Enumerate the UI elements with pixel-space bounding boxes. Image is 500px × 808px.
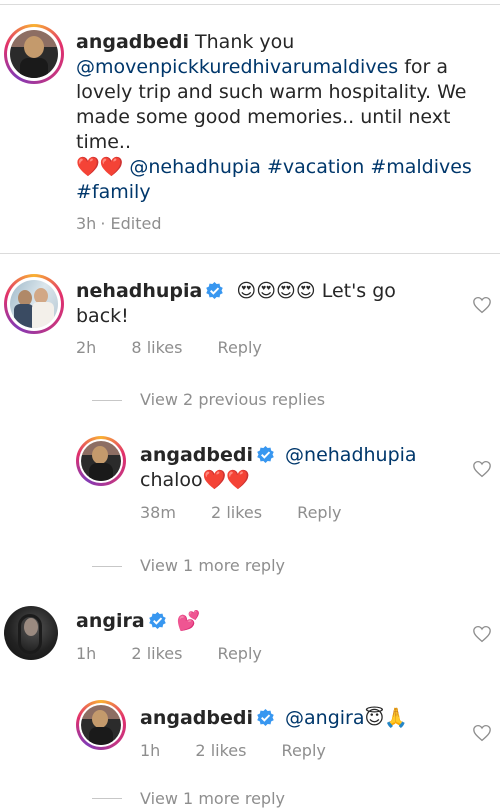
angira-meta: 1h 2 likes Reply bbox=[76, 644, 292, 663]
angira-reply-button[interactable]: Reply bbox=[218, 644, 262, 663]
view-more-replies[interactable]: View 1 more reply bbox=[140, 556, 285, 575]
like-heart-icon[interactable] bbox=[472, 724, 492, 742]
caption-time: 3h bbox=[76, 214, 97, 233]
verified-badge-icon bbox=[148, 611, 167, 630]
nehadhupia-avatar[interactable] bbox=[4, 274, 64, 334]
reply2-emoji: 😇🙏 bbox=[364, 707, 408, 729]
reply-angadbedi-hearts: ❤️❤️ bbox=[202, 469, 250, 491]
like-heart-icon[interactable] bbox=[472, 625, 492, 643]
nehadhupia-text-1: Let's go bbox=[321, 280, 396, 302]
like-heart-icon[interactable] bbox=[472, 296, 492, 314]
reply2-angadbedi-reply-button[interactable]: Reply bbox=[282, 741, 326, 760]
caption-text-2: for a bbox=[404, 56, 449, 78]
nehadhupia-time: 2h bbox=[76, 338, 97, 357]
angira-username[interactable]: angira bbox=[76, 610, 145, 632]
reply2-angadbedi-likes[interactable]: 2 likes bbox=[195, 741, 246, 760]
reply-angadbedi-likes[interactable]: 2 likes bbox=[211, 503, 262, 522]
caption-meta: 3h · Edited bbox=[76, 214, 191, 233]
verified-badge-icon bbox=[256, 708, 275, 727]
verified-badge-icon bbox=[256, 445, 275, 464]
reply2-angadbedi-username[interactable]: angadbedi bbox=[140, 707, 253, 729]
angira-emoji: 💕 bbox=[176, 610, 201, 632]
caption-hearts: ❤️❤️ bbox=[76, 156, 124, 178]
top-divider bbox=[0, 4, 500, 5]
caption-mention-nehadhupia[interactable]: @nehadhupia bbox=[129, 156, 261, 178]
hashtag-vacation[interactable]: #vacation bbox=[267, 156, 364, 178]
caption-text-3: lovely trip and such warm hospitality. W… bbox=[76, 81, 467, 103]
nehadhupia-meta: 2h 8 likes Reply bbox=[76, 338, 292, 357]
reply-angadbedi-comment: angadbedi @nehadhupia chaloo❤️❤️ bbox=[140, 443, 460, 493]
reply-mention-nehadhupia[interactable]: @nehadhupia bbox=[285, 444, 417, 466]
reply2-angadbedi-comment: angadbedi @angira😇🙏 bbox=[140, 706, 460, 731]
view-prev-line bbox=[92, 400, 122, 401]
nehadhupia-likes[interactable]: 8 likes bbox=[131, 338, 182, 357]
view-more-line-2 bbox=[92, 798, 122, 799]
hashtag-maldives[interactable]: #maldives bbox=[370, 156, 472, 178]
reply2-mention-angira[interactable]: @angira bbox=[285, 707, 364, 729]
nehadhupia-reply-button[interactable]: Reply bbox=[218, 338, 262, 357]
reply-angadbedi-username[interactable]: angadbedi bbox=[140, 444, 253, 466]
nehadhupia-text-2: back! bbox=[76, 305, 129, 327]
caption-avatar[interactable] bbox=[4, 24, 64, 84]
reply-angadbedi-time: 38m bbox=[140, 503, 176, 522]
caption-username[interactable]: angadbedi bbox=[76, 31, 189, 53]
angira-likes[interactable]: 2 likes bbox=[131, 644, 182, 663]
view-more-line bbox=[92, 566, 122, 567]
reply2-angadbedi-meta: 1h 2 likes Reply bbox=[140, 741, 356, 760]
reply-angadbedi-reply-button[interactable]: Reply bbox=[297, 503, 341, 522]
reply-angadbedi-text: chaloo bbox=[140, 469, 203, 491]
view-more-replies-2[interactable]: View 1 more reply bbox=[140, 789, 285, 808]
caption-text: angadbedi Thank you @movenpickkuredhivar… bbox=[76, 30, 486, 205]
verified-badge-icon bbox=[205, 281, 224, 300]
nehadhupia-username[interactable]: nehadhupia bbox=[76, 280, 202, 302]
caption-divider bbox=[0, 253, 500, 254]
caption-edited: · Edited bbox=[100, 214, 162, 233]
angira-time: 1h bbox=[76, 644, 97, 663]
caption-mention-movenpick[interactable]: @movenpickkuredhivarumaldives bbox=[76, 56, 398, 78]
caption-text-4: made some good memories.. until next bbox=[76, 106, 451, 128]
angira-avatar[interactable] bbox=[4, 606, 58, 660]
caption-text-1: Thank you bbox=[195, 31, 295, 53]
view-previous-replies[interactable]: View 2 previous replies bbox=[140, 390, 325, 409]
reply2-angadbedi-time: 1h bbox=[140, 741, 161, 760]
reply-angadbedi-avatar[interactable] bbox=[76, 436, 126, 486]
hashtag-family[interactable]: #family bbox=[76, 181, 151, 203]
like-heart-icon[interactable] bbox=[472, 460, 492, 478]
angira-comment: angira 💕 bbox=[76, 609, 456, 634]
nehadhupia-comment: nehadhupia 😍😍😍😍 Let's go back! bbox=[76, 279, 456, 329]
caption-text-5: time.. bbox=[76, 131, 132, 153]
reply-angadbedi-meta: 38m 2 likes Reply bbox=[140, 503, 371, 522]
reply2-angadbedi-avatar[interactable] bbox=[76, 700, 126, 750]
nehadhupia-emojis: 😍😍😍😍 bbox=[236, 280, 316, 302]
